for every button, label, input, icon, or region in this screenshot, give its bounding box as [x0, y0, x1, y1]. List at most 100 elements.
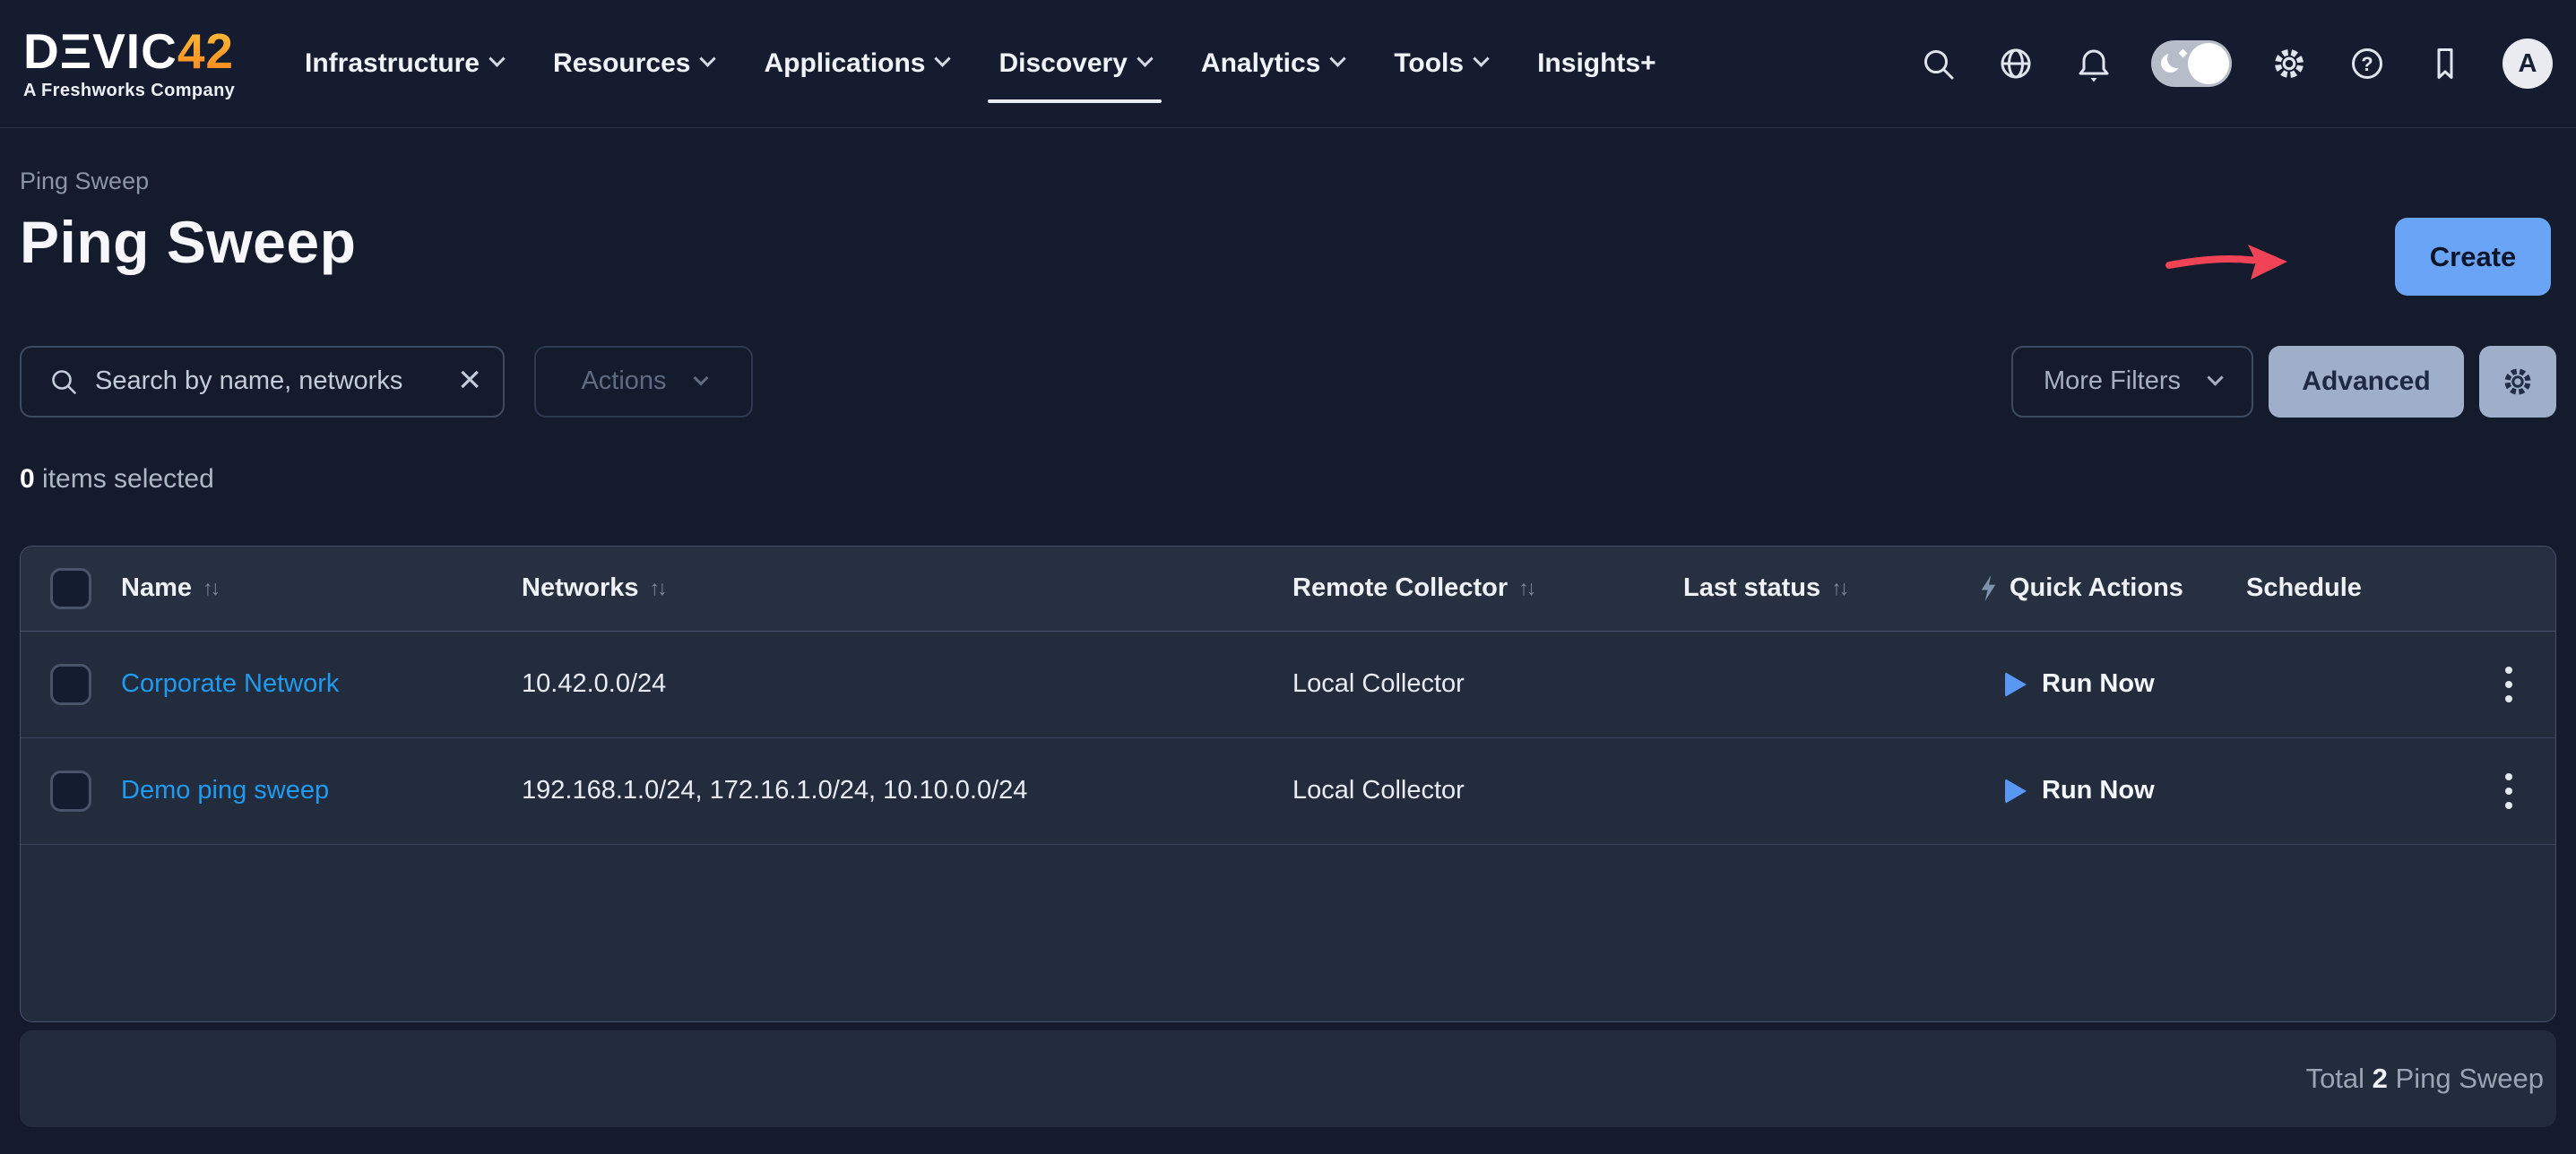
column-label: Name [121, 573, 192, 603]
total-prefix: Total [2306, 1063, 2364, 1095]
chevron-down-icon [1473, 50, 1489, 66]
selection-count: 0 [20, 464, 35, 494]
settings-gear-icon[interactable] [2269, 42, 2310, 85]
svg-text:?: ? [2361, 53, 2373, 75]
row-collector: Local Collector [1292, 776, 1683, 805]
kebab-menu-icon[interactable] [2500, 661, 2518, 708]
row-name-cell: Corporate Network [121, 669, 522, 699]
search-icon[interactable] [1917, 42, 1958, 85]
table-settings-button[interactable] [2479, 346, 2556, 418]
avatar-initial: A [2519, 49, 2537, 79]
chevron-down-icon [1137, 50, 1153, 66]
bookmark-icon[interactable] [2425, 42, 2466, 85]
total-count: 2 [2373, 1063, 2388, 1095]
clear-search-icon[interactable]: × [458, 360, 481, 400]
nav-item[interactable]: Resources [553, 0, 713, 127]
logo-text: DΞVIC42 [23, 27, 267, 76]
help-icon[interactable]: ? [2347, 42, 2388, 85]
nav-item[interactable]: Discovery [998, 0, 1150, 127]
chevron-down-icon [488, 50, 505, 66]
row-quick-actions: Run Now [1955, 776, 2246, 805]
nav-item[interactable]: Insights+ [1537, 0, 1656, 127]
toolbar: × Actions More Filters Advanced [20, 346, 2556, 418]
select-all-checkbox[interactable] [50, 568, 91, 609]
nav-item-label: Resources [553, 48, 690, 79]
user-avatar[interactable]: A [2503, 39, 2553, 89]
advanced-button[interactable]: Advanced [2269, 346, 2464, 418]
lightning-icon [1977, 574, 2000, 602]
row-networks: 192.168.1.0/24, 172.16.1.0/24, 10.10.0.0… [522, 776, 1292, 805]
row-menu-cell [2484, 661, 2555, 708]
row-checkbox[interactable] [50, 664, 91, 705]
row-collector: Local Collector [1292, 669, 1683, 699]
column-label: Remote Collector [1292, 573, 1508, 603]
actions-label: Actions [581, 366, 666, 396]
play-icon [2005, 779, 2027, 804]
create-button[interactable]: Create [2395, 218, 2551, 296]
table-row: Corporate Network 10.42.0.0/24 Local Col… [21, 632, 2555, 738]
table-row: Demo ping sweep 192.168.1.0/24, 172.16.1… [21, 738, 2555, 845]
nav-item-label: Insights+ [1537, 48, 1656, 79]
device42-logo[interactable]: DΞVIC42 A Freshworks Company [23, 27, 267, 101]
nav-item[interactable]: Applications [764, 0, 948, 127]
toggle-knob [2188, 43, 2229, 84]
row-quick-actions: Run Now [1955, 669, 2246, 699]
chevron-down-icon [935, 50, 951, 66]
run-now-button[interactable]: Run Now [2005, 776, 2155, 805]
nav-item-label: Discovery [998, 48, 1127, 79]
nav-item-label: Applications [764, 48, 925, 79]
run-now-button[interactable]: Run Now [2005, 669, 2155, 699]
filters-group: More Filters Advanced [2011, 346, 2556, 418]
row-name-cell: Demo ping sweep [121, 776, 522, 805]
nav-item[interactable]: Analytics [1201, 0, 1344, 127]
breadcrumb[interactable]: Ping Sweep [20, 128, 2556, 195]
selection-label: items selected [35, 464, 214, 494]
row-name-link[interactable]: Demo ping sweep [121, 776, 329, 805]
play-icon [2005, 672, 2027, 697]
row-checkbox-cell [21, 664, 121, 705]
total-suffix: Ping Sweep [2396, 1063, 2544, 1095]
column-header[interactable]: Remote Collector ↑↓ [1292, 573, 1683, 603]
table-footer: Total 2 Ping Sweep [20, 1030, 2556, 1127]
search-box[interactable]: × [20, 346, 505, 418]
theme-toggle[interactable] [2151, 40, 2232, 87]
nav-item[interactable]: Infrastructure [305, 0, 503, 127]
column-label: Schedule [2246, 573, 2362, 603]
nav-item[interactable]: Tools [1394, 0, 1487, 127]
page-content: Ping Sweep Ping Sweep Create × Actions M… [0, 128, 2576, 1127]
logo-tagline: A Freshworks Company [23, 81, 267, 101]
actions-dropdown[interactable]: Actions [534, 346, 753, 418]
column-header[interactable]: Last status ↑↓ [1683, 573, 1955, 603]
sort-icon[interactable]: ↑↓ [1518, 576, 1534, 600]
chevron-down-icon [2207, 369, 2223, 385]
sort-icon[interactable]: ↑↓ [203, 576, 218, 600]
top-navbar: DΞVIC42 A Freshworks Company Infrastruct… [0, 0, 2576, 128]
annotation-arrow [2164, 237, 2291, 290]
column-header[interactable]: Quick Actions [1955, 573, 2246, 603]
sort-icon[interactable]: ↑↓ [1831, 576, 1846, 600]
chevron-down-icon [1330, 50, 1346, 66]
kebab-menu-icon[interactable] [2500, 768, 2518, 814]
nav-item-label: Infrastructure [305, 48, 480, 79]
row-checkbox[interactable] [50, 771, 91, 812]
search-input[interactable] [95, 366, 442, 396]
column-label: Networks [522, 573, 639, 603]
column-header[interactable]: Name ↑↓ [121, 573, 522, 603]
nav-item-label: Tools [1394, 48, 1464, 79]
run-now-label: Run Now [2042, 669, 2155, 699]
table-header-row: Name ↑↓ Networks ↑↓ Remote Collector ↑↓ [21, 547, 2555, 632]
column-header[interactable]: Schedule [2246, 573, 2484, 603]
moon-icon [2161, 54, 2180, 73]
more-filters-label: More Filters [2044, 366, 2181, 396]
column-label: Quick Actions [2010, 573, 2183, 603]
nav-item-label: Analytics [1201, 48, 1320, 79]
notifications-bell-icon[interactable] [2073, 42, 2114, 85]
more-filters-dropdown[interactable]: More Filters [2011, 346, 2253, 418]
gear-icon [2498, 362, 2537, 401]
globe-icon[interactable] [1995, 42, 2036, 85]
row-checkbox-cell [21, 771, 121, 812]
sort-icon[interactable]: ↑↓ [650, 576, 665, 600]
column-header[interactable]: Networks ↑↓ [522, 573, 1292, 603]
row-name-link[interactable]: Corporate Network [121, 669, 339, 699]
navbar-actions: ? A [1917, 39, 2553, 89]
